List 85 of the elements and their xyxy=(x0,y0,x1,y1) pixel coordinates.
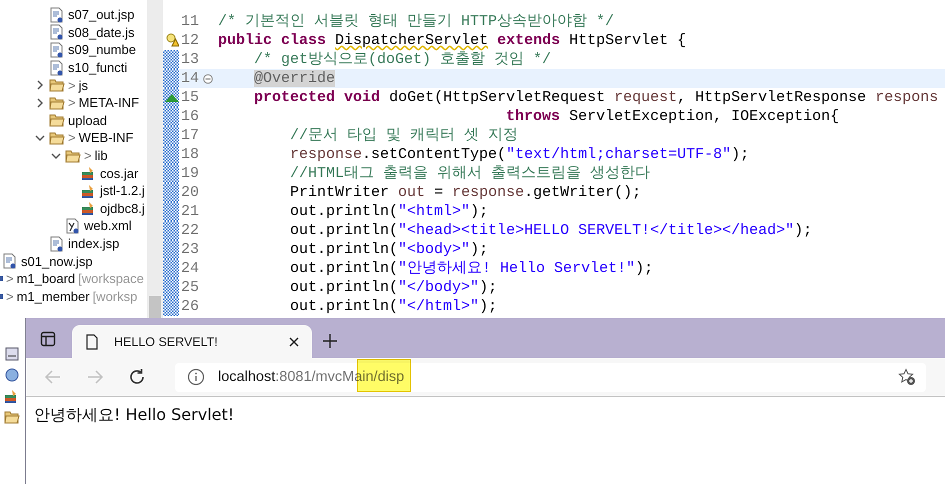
code-text: public class DispatcherServlet extends HttpServlet { xyxy=(218,31,686,50)
code-text: out.println("<head><title>HELLO SERVELT!</title></head>"); xyxy=(289,221,812,240)
info-icon[interactable] xyxy=(187,368,205,386)
tree-item[interactable]: index.jsp xyxy=(68,236,120,252)
line-number: 16 xyxy=(181,107,200,126)
page-text: 안녕하세요! Hello Servlet! xyxy=(34,405,234,424)
folder-icon xyxy=(49,130,65,146)
line-number: 15 xyxy=(181,88,200,107)
line-number: 26 xyxy=(181,297,200,316)
git-prefix: > xyxy=(6,288,14,304)
tree-item[interactable]: jstl-1.2.j xyxy=(100,183,145,198)
git-prefix: > xyxy=(68,95,76,110)
line-number: 13 xyxy=(181,50,200,69)
line-number: 17 xyxy=(181,126,200,145)
tree-item[interactable]: s07_out.jsp xyxy=(68,7,134,22)
line-number: 19 xyxy=(181,164,200,183)
new-tab-icon[interactable] xyxy=(322,333,338,349)
code-text: out.println("</html>"); xyxy=(289,297,498,316)
folder-icon xyxy=(49,94,65,111)
code-text: out.println("안녕하세요! Hello Servlet!"); xyxy=(289,259,654,278)
jsp-file-icon xyxy=(49,6,65,23)
page-icon xyxy=(84,334,100,350)
code-text: protected void doGet(HttpServletRequest request, HttpServletResponse respons xyxy=(253,88,938,107)
line-number: 18 xyxy=(181,145,200,164)
triangle-icon xyxy=(165,93,179,102)
scrollbar[interactable] xyxy=(147,0,163,318)
tree-item[interactable]: js xyxy=(78,78,88,93)
tree-item[interactable]: upload xyxy=(68,112,108,128)
tree-item[interactable]: lib xyxy=(94,148,108,164)
xml-file-icon xyxy=(65,218,81,234)
tree-item[interactable]: ojdbc8.j xyxy=(100,200,145,216)
line-number: 21 xyxy=(181,202,200,221)
folder-icon xyxy=(49,77,65,94)
sidebar-icon[interactable] xyxy=(40,331,56,347)
line-number: 20 xyxy=(181,183,200,202)
scrollbar-thumb[interactable] xyxy=(149,296,161,318)
git-prefix: > xyxy=(68,130,76,146)
tree-item[interactable]: web.xml xyxy=(84,218,132,234)
workspace-label: [workspace xyxy=(78,271,144,286)
code-text: out.println("<html>"); xyxy=(289,202,488,221)
tree-item[interactable]: s09_numbe xyxy=(68,42,136,58)
line-number: 25 xyxy=(181,278,200,297)
line-number: 22 xyxy=(181,221,200,240)
tree-item[interactable]: s10_functi xyxy=(68,60,128,76)
tree-item[interactable]: m1_board xyxy=(16,271,76,286)
git-prefix: > xyxy=(84,148,92,164)
code-text: //문서 타입 및 캐릭터 셋 지정 xyxy=(289,126,518,145)
jsp-file-icon xyxy=(49,236,65,252)
tree-item[interactable]: m1_member xyxy=(16,288,90,304)
folder-icon xyxy=(65,148,81,164)
code-text: throws ServletException, IOException{ xyxy=(505,107,840,126)
code-text: out.println("</body>"); xyxy=(289,278,498,297)
jsp-file-icon xyxy=(49,42,65,58)
jsp-file-icon xyxy=(49,60,65,76)
code-text: response.setContentType("text/html;charset=UTF-8"); xyxy=(289,145,750,164)
tree-item[interactable]: cos.jar xyxy=(100,166,138,181)
tree-item[interactable]: s01_now.jsp xyxy=(21,254,93,269)
fold-icon[interactable] xyxy=(203,74,213,84)
jsp-file-icon xyxy=(49,24,65,40)
code-text: /* 기본적인 서블릿 형태 만들기 HTTP상속받아야함 */ xyxy=(218,12,614,31)
tree-item[interactable]: META-INF xyxy=(78,95,140,110)
code-text: PrintWriter out = response.getWriter(); xyxy=(289,183,642,202)
line-number: 11 xyxy=(181,12,200,31)
git-prefix: > xyxy=(68,78,76,93)
workspace-label: [worksp xyxy=(92,288,138,304)
tree-item[interactable]: WEB-INF xyxy=(78,130,134,146)
line-number: 23 xyxy=(181,240,200,259)
star-plus-icon[interactable] xyxy=(898,368,916,386)
reload-button[interactable] xyxy=(127,367,147,387)
code-text: out.println("<body>"); xyxy=(289,240,488,259)
git-prefix: > xyxy=(6,271,14,286)
line-number: 12 xyxy=(181,31,200,50)
line-number: 14 xyxy=(181,69,200,88)
tree-item[interactable]: s08_date.js xyxy=(68,24,134,40)
browser-tab[interactable]: HELLO SERVELT! xyxy=(72,325,312,358)
code-text: /* get방식으로(doGet) 호출할 것임 */ xyxy=(253,50,552,69)
code-text: //HTML태그 출력을 위해서 출력스트림을 생성한다 xyxy=(289,164,650,183)
close-icon[interactable] xyxy=(288,336,300,348)
code-text: @Override xyxy=(253,69,336,88)
server-icon xyxy=(4,346,20,362)
line-number: 24 xyxy=(181,259,200,278)
warning-icon xyxy=(165,33,179,47)
folder-icon xyxy=(49,112,65,128)
folder-icon xyxy=(4,409,20,425)
globe-icon xyxy=(4,367,20,383)
